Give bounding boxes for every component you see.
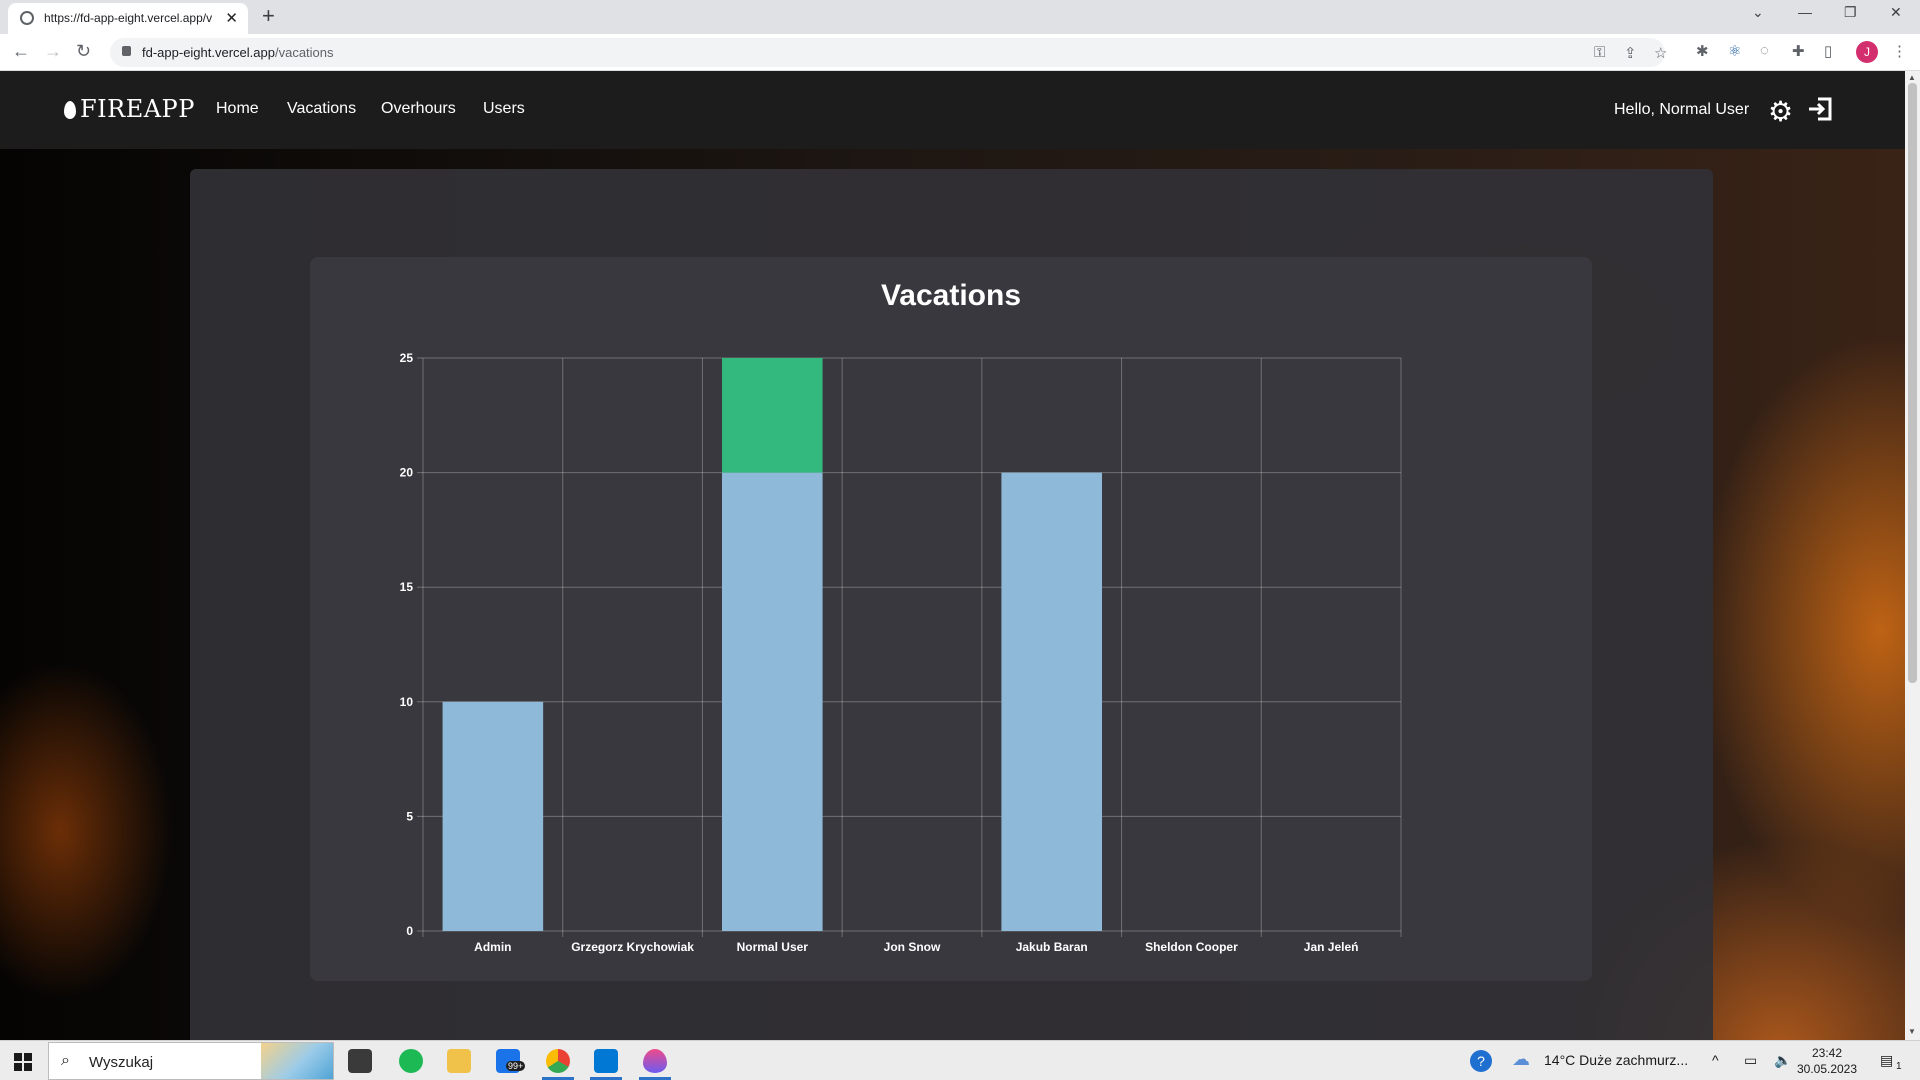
notification-count: 1 — [1896, 1061, 1902, 1072]
scrollbar-thumb[interactable] — [1908, 83, 1917, 683]
scroll-down-icon[interactable]: ▼ — [1908, 1027, 1916, 1036]
browser-tab-strip: https://fd-app-eight.vercel.app/v ✕ + ⌄ … — [0, 0, 1920, 34]
page-scrollbar[interactable]: ▲ ▼ — [1905, 71, 1920, 1040]
app-drop-icon[interactable] — [639, 1049, 671, 1080]
windows-taskbar: ⌕ Wyszukaj 99+ ? ☁ 14°C Duże zachmurz...… — [0, 1040, 1920, 1080]
spotify-icon[interactable] — [399, 1049, 423, 1073]
bar — [721, 358, 823, 473]
content-panel: Vacations 0 5 10 15 20 25 Admin Grzegorz Krycho… — [190, 169, 1713, 1040]
volume-icon[interactable]: 🔈 — [1774, 1052, 1791, 1069]
scroll-up-icon[interactable]: ▲ — [1908, 73, 1916, 82]
address-bar[interactable]: fd-app-eight.vercel.app/vacations ⚿ ⇪ ☆ — [110, 38, 1667, 67]
taskbar-search[interactable]: ⌕ Wyszukaj — [48, 1042, 334, 1080]
extension-icon[interactable]: ✱ — [1696, 42, 1709, 60]
clock-time: 23:42 — [1811, 1046, 1843, 1060]
search-icon: ⌕ — [61, 1052, 70, 1069]
minimize-button[interactable]: — — [1798, 4, 1812, 20]
windows-start-icon[interactable] — [14, 1053, 32, 1071]
lock-icon — [122, 46, 131, 56]
weather-icon[interactable]: ☁ — [1512, 1049, 1530, 1070]
reload-icon[interactable]: ↻ — [76, 41, 91, 62]
chevron-up-icon[interactable]: ^ — [1712, 1052, 1719, 1068]
y-tick-label: 15 — [400, 580, 414, 594]
network-icon[interactable]: ▭ — [1744, 1052, 1757, 1069]
x-tick-label: Jon Snow — [884, 940, 941, 954]
nav-users[interactable]: Users — [483, 100, 525, 118]
x-tick-label: Jan Jeleń — [1304, 940, 1359, 954]
y-tick-label: 0 — [406, 924, 413, 938]
user-greeting: Hello, Normal User — [1614, 101, 1750, 118]
chart-card: Vacations 0 5 10 15 20 25 Admin Grzegorz Krycho… — [310, 257, 1592, 981]
search-placeholder: Wyszukaj — [89, 1054, 154, 1071]
x-tick-label: Sheldon Cooper — [1145, 940, 1238, 954]
key-icon[interactable]: ⚿ — [1594, 44, 1605, 61]
task-view-icon[interactable] — [348, 1049, 372, 1073]
notification-icon[interactable]: ▤ — [1880, 1052, 1893, 1069]
x-tick-label: Jakub Baran — [1016, 940, 1088, 954]
y-tick-label: 20 — [400, 466, 414, 480]
tab-search-icon[interactable]: ⌄ — [1752, 4, 1764, 21]
new-tab-button[interactable]: + — [262, 3, 275, 29]
flame-icon — [64, 101, 76, 119]
help-icon[interactable]: ? — [1470, 1050, 1492, 1072]
nav-vacations[interactable]: Vacations — [287, 100, 356, 118]
nav-overhours[interactable]: Overhours — [381, 100, 456, 118]
bookmark-star-icon[interactable]: ☆ — [1654, 44, 1667, 62]
nav-home[interactable]: Home — [216, 100, 259, 118]
x-tick-label: Grzegorz Krychowiak — [571, 940, 694, 954]
logout-icon[interactable] — [1806, 95, 1834, 123]
bar — [721, 472, 823, 931]
weather-text[interactable]: 14°C Duże zachmurz... — [1544, 1052, 1688, 1068]
close-window-button[interactable]: ✕ — [1890, 4, 1902, 21]
bar — [442, 701, 544, 931]
x-tick-label: Normal User — [737, 940, 809, 954]
chrome-icon[interactable] — [542, 1049, 574, 1080]
side-panel-icon[interactable]: ▯ — [1824, 42, 1832, 60]
page-viewport: FIREAPP Home Vacations Overhours Users H… — [0, 71, 1920, 1040]
back-icon[interactable]: ← — [12, 41, 30, 62]
react-devtools-icon[interactable]: ⚛ — [1728, 42, 1741, 60]
clock-date: 30.05.2023 — [1796, 1062, 1858, 1076]
taskbar-clock[interactable]: 23:42 30.05.2023 — [1792, 1045, 1862, 1077]
extension-icon[interactable]: ◌ — [1760, 42, 1769, 59]
mail-icon[interactable]: 99+ — [496, 1049, 526, 1073]
search-highlight-image — [261, 1043, 333, 1079]
y-tick-label: 25 — [400, 351, 414, 365]
menu-icon[interactable]: ⋮ — [1892, 42, 1907, 60]
vscode-icon[interactable] — [590, 1049, 622, 1080]
y-tick-label: 5 — [406, 809, 413, 823]
tab-close-icon[interactable]: ✕ — [225, 9, 238, 27]
puzzle-icon[interactable]: ✚ — [1792, 42, 1805, 60]
globe-icon — [20, 11, 34, 25]
browser-tab[interactable]: https://fd-app-eight.vercel.app/v ✕ — [8, 3, 248, 34]
forward-icon[interactable]: → — [44, 41, 62, 62]
url-text: fd-app-eight.vercel.app/vacations — [142, 45, 334, 60]
brand-name: FIREAPP — [80, 95, 195, 123]
gear-icon[interactable]: ⚙ — [1768, 95, 1793, 128]
file-explorer-icon[interactable] — [447, 1049, 471, 1073]
restore-button[interactable]: ❐ — [1844, 4, 1857, 21]
tab-title: https://fd-app-eight.vercel.app/v — [44, 11, 213, 25]
x-tick-label: Admin — [474, 940, 511, 954]
vacations-chart: 0 5 10 15 20 25 Admin Grzegorz Krychowiak Normal… — [400, 351, 1402, 954]
brand-logo[interactable]: FIREAPP — [64, 95, 195, 123]
app-navbar: FIREAPP Home Vacations Overhours Users H… — [0, 71, 1905, 149]
bar — [1001, 472, 1103, 931]
browser-toolbar: ← → ↻ fd-app-eight.vercel.app/vacations … — [0, 34, 1920, 71]
profile-avatar[interactable]: J — [1856, 41, 1878, 63]
mail-badge: 99+ — [506, 1061, 526, 1071]
y-tick-label: 10 — [400, 695, 414, 709]
share-icon[interactable]: ⇪ — [1624, 44, 1637, 62]
